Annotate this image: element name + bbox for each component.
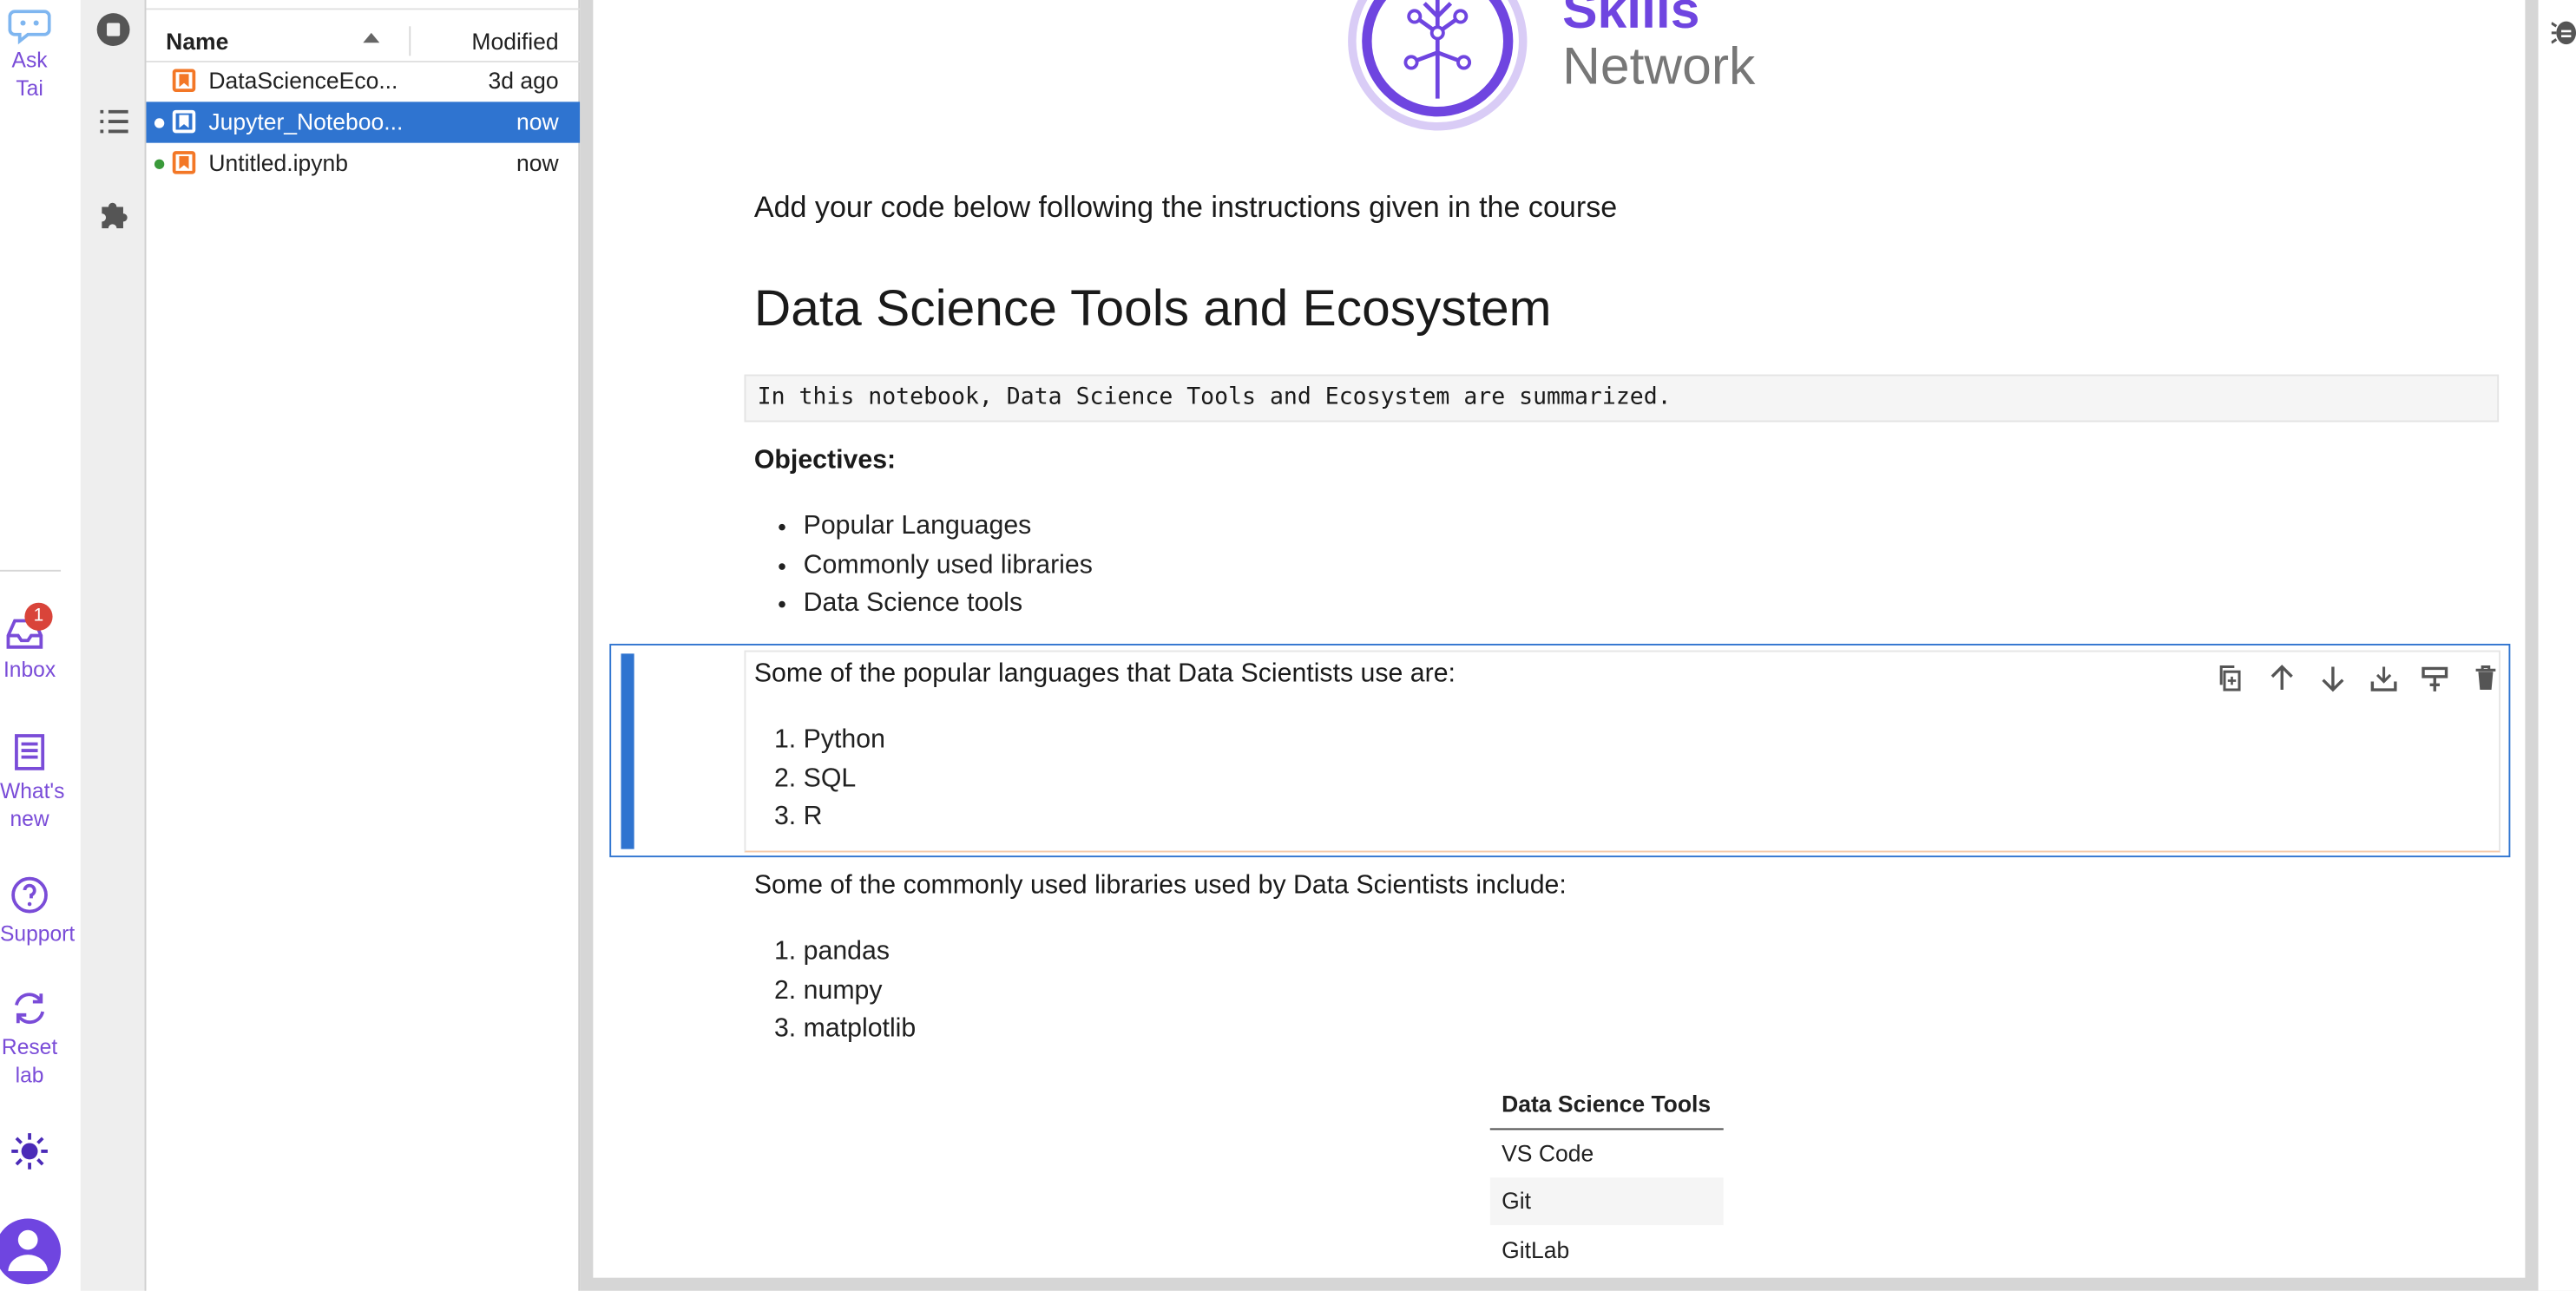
objectives-label: Objectives: xyxy=(753,446,897,475)
right-sidebar xyxy=(2538,0,2576,1291)
libraries-list: pandas numpy matplotlib xyxy=(804,934,917,1050)
file-row[interactable]: DataScienceEco... 3d ago xyxy=(146,61,580,102)
tools-table: Data Science Tools VS Code Git GitLab xyxy=(1489,1080,1724,1274)
languages-list: Python SQL R xyxy=(804,723,885,838)
notebook-heading: Data Science Tools and Ecosystem xyxy=(753,279,1552,337)
whats-new-button[interactable]: What's new xyxy=(0,731,65,832)
list-item: numpy xyxy=(804,973,917,1012)
table-cell: VS Code xyxy=(1502,1139,1594,1166)
move-cell-down-icon[interactable] xyxy=(2316,662,2349,695)
file-modified: 3d ago xyxy=(488,67,559,94)
newspaper-icon xyxy=(15,734,45,770)
column-divider[interactable] xyxy=(409,26,411,56)
list-item: Popular Languages xyxy=(804,509,1093,547)
help-icon xyxy=(11,876,48,914)
languages-intro: Some of the popular languages that Data … xyxy=(753,659,1456,689)
table-cell: GitLab xyxy=(1502,1235,1570,1263)
activity-bar xyxy=(80,0,147,1291)
user-avatar-button[interactable] xyxy=(0,1212,62,1291)
whats-new-label: What's new xyxy=(0,778,65,831)
table-row: GitLab xyxy=(1490,1225,1724,1274)
extension-manager-icon[interactable] xyxy=(95,195,132,232)
objectives-list: Popular Languages Commonly used librarie… xyxy=(804,509,1093,625)
table-row: Git xyxy=(1489,1176,1724,1226)
sort-ascending-icon xyxy=(363,32,380,43)
notebook-panel: Skills Network Add your code below follo… xyxy=(580,0,2576,1291)
inbox-label: Inbox xyxy=(3,657,56,682)
chat-bot-icon xyxy=(8,10,51,45)
intro-text: Add your code below following the instru… xyxy=(753,190,1618,224)
file-name: Untitled.ipynb xyxy=(208,149,348,176)
move-cell-up-icon[interactable] xyxy=(2265,662,2298,695)
running-indicator xyxy=(154,159,165,169)
ask-tai-label: Ask Tai xyxy=(11,47,48,101)
rail-divider xyxy=(0,569,62,572)
file-list-header: Name Modified xyxy=(146,20,581,62)
file-browser: Name Modified DataScienceEco... 3d ago J… xyxy=(146,0,581,1291)
insert-cell-above-icon[interactable] xyxy=(2368,662,2401,695)
list-item: pandas xyxy=(804,934,917,973)
debugger-icon[interactable] xyxy=(2551,15,2576,48)
breadcrumb xyxy=(146,0,581,10)
list-item: SQL xyxy=(804,761,885,799)
column-name-header[interactable]: Name xyxy=(166,28,228,54)
delete-cell-icon[interactable] xyxy=(2469,662,2502,695)
inbox-count-badge: 1 xyxy=(24,602,53,631)
sun-icon xyxy=(11,1133,48,1170)
table-header: Data Science Tools xyxy=(1489,1080,1724,1130)
list-item: matplotlib xyxy=(804,1012,917,1050)
ask-tai-button[interactable]: Ask Tai xyxy=(0,3,59,102)
logo-text-skills: Skills xyxy=(1562,0,1700,40)
file-row[interactable]: Untitled.ipynb now xyxy=(146,143,580,184)
file-modified: now xyxy=(516,108,559,135)
file-name: DataScienceEco... xyxy=(208,67,398,94)
notebook-icon xyxy=(172,109,196,134)
cell-toolbar xyxy=(2215,662,2502,695)
list-item: Python xyxy=(804,723,885,761)
support-button[interactable]: Support xyxy=(0,874,76,947)
inbox-button[interactable]: 1 Inbox xyxy=(0,602,59,683)
file-modified: now xyxy=(516,149,559,176)
left-rail: Ask Tai 1 Inbox What's new Support Reset… xyxy=(0,0,81,1291)
column-modified-header[interactable]: Modified xyxy=(471,28,558,54)
list-item: Commonly used libraries xyxy=(804,547,1093,586)
summary-code-block: In this notebook, Data Science Tools and… xyxy=(744,374,2500,423)
libraries-intro: Some of the commonly used libraries used… xyxy=(753,872,1567,901)
theme-toggle-button[interactable] xyxy=(0,1130,59,1176)
notebook-icon xyxy=(172,69,196,93)
running-indicator xyxy=(154,118,165,128)
file-name: Jupyter_Noteboo... xyxy=(208,108,404,135)
notebook-icon xyxy=(172,151,196,174)
logo-text-network: Network xyxy=(1562,36,1756,95)
cell-collapser[interactable] xyxy=(621,653,634,849)
notebook-document[interactable]: Skills Network Add your code below follo… xyxy=(593,0,2526,1278)
table-of-contents-icon[interactable] xyxy=(95,103,132,140)
running-sessions-icon[interactable] xyxy=(95,11,132,48)
list-item: R xyxy=(804,800,885,838)
skills-network-logo-icon xyxy=(1348,0,1528,131)
duplicate-cell-icon[interactable] xyxy=(2215,662,2248,695)
avatar-icon xyxy=(0,1218,62,1285)
list-item: Data Science tools xyxy=(804,587,1093,625)
file-row-selected[interactable]: Jupyter_Noteboo... now xyxy=(146,102,581,143)
reset-lab-button[interactable]: Reset lab xyxy=(0,987,59,1089)
reset-lab-label: Reset lab xyxy=(1,1034,58,1088)
support-label: Support xyxy=(0,921,76,947)
table-cell: Git xyxy=(1489,1176,1724,1226)
refresh-icon xyxy=(15,993,45,1025)
table-row: VS Code xyxy=(1490,1128,1724,1176)
insert-cell-below-icon[interactable] xyxy=(2418,662,2451,695)
